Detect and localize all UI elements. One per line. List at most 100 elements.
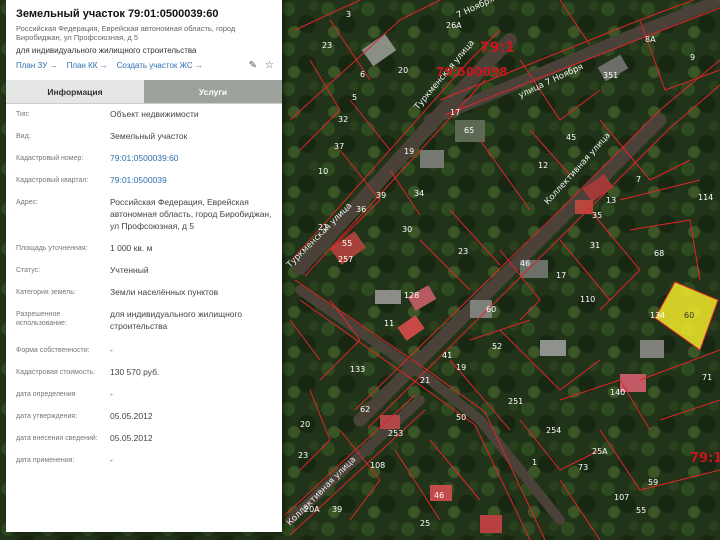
attribute-key: Кадастровая стоимость:: [16, 369, 96, 376]
attribute-key: Разрешенное использование:: [16, 311, 67, 327]
parcel-number-label: 5: [352, 93, 357, 102]
parcel-number-label: 30: [402, 225, 412, 234]
action-links: План ЗУ → План КК → Создать участок ЖС →…: [16, 60, 274, 71]
attribute-row-application-date: дата применения: -: [6, 454, 282, 476]
parcel-number-label: 65: [464, 126, 474, 135]
parcel-number-label: 52: [492, 342, 502, 351]
attribute-key: Адрес:: [16, 199, 38, 206]
star-icon[interactable]: ☆: [265, 60, 274, 71]
attribute-key: Площадь уточненная:: [16, 245, 88, 252]
plan-kk-link[interactable]: План КК →: [67, 61, 108, 70]
parcel-number-label: 37: [334, 142, 344, 151]
parcel-number-label: 20: [398, 66, 408, 75]
attribute-value: Земли населённых пунктов: [110, 287, 219, 297]
attribute-value: -: [110, 455, 113, 465]
attribute-row-approval-date: дата утверждения: 05.05.2012: [6, 410, 282, 432]
block-label: 79:1: [690, 451, 720, 466]
parcel-number-label: 26А: [446, 21, 462, 30]
attribute-row-cadastral-quarter: Кадастровый квартал: 79:01:0500039: [6, 174, 282, 196]
attribute-value: 05.05.2012: [110, 433, 153, 443]
parcel-number-label: 23: [458, 247, 468, 256]
parcel-number-label: 31: [590, 241, 600, 250]
tab-info[interactable]: Информация: [6, 80, 144, 103]
attribute-row-kind: Вид: Земельный участок: [6, 130, 282, 152]
parcel-number-label: 32: [338, 115, 348, 124]
edit-icon[interactable]: ✎: [249, 60, 257, 71]
attribute-row-area: Площадь уточненная: 1 000 кв. м: [6, 242, 282, 264]
parcel-number-label: 107: [614, 493, 629, 502]
attribute-value: -: [110, 389, 113, 399]
attribute-row-cadastral-value: Кадастровая стоимость: 130 570 руб.: [6, 366, 282, 388]
land-purpose: для индивидуального жилищного строительс…: [16, 46, 197, 55]
attribute-row-entry-date: дата внесения сведений: 05.05.2012: [6, 432, 282, 454]
parcel-number-label: 59: [648, 478, 658, 487]
parcel-number-label: 351: [603, 71, 618, 80]
parcel-number-label: 46: [520, 259, 530, 268]
parcel-number-label: 7: [636, 175, 641, 184]
attribute-key: дата внесения сведений:: [16, 435, 98, 442]
roof: [375, 290, 401, 304]
parcel-number-label: 128: [404, 291, 419, 300]
parcel-number-label: 39: [376, 191, 386, 200]
attribute-list: Тип: Объект недвижимости Вид: Земельный уча…: [6, 104, 282, 476]
parcel-number-label: 9: [690, 53, 695, 62]
attribute-value: 1 000 кв. м: [110, 243, 153, 253]
parcel-number-label: 108: [370, 461, 385, 470]
parcel-number-label: 41: [442, 351, 452, 360]
attribute-value: 05.05.2012: [110, 411, 153, 421]
parcel-number-label: 1: [532, 458, 537, 467]
attribute-key: Статус:: [16, 267, 41, 274]
attribute-value: 130 570 руб.: [110, 367, 160, 377]
attribute-row-cadastral-number: Кадастровый номер: 79:01:0500039:60: [6, 152, 282, 174]
attribute-value: Учтенный: [110, 265, 149, 275]
parcel-number-label: 34: [414, 189, 424, 198]
attribute-value: для индивидуального жилищного строительс…: [110, 309, 243, 331]
attribute-key: дата утверждения:: [16, 413, 78, 420]
parcel-number-label: 20А: [304, 505, 320, 514]
parcel-number-label: 17: [556, 271, 566, 280]
parcel-number-label: 114: [698, 193, 713, 202]
attribute-key: Кадастровый номер:: [16, 155, 84, 162]
block-label: 79:1: [480, 40, 515, 56]
attribute-key: дата определения: [16, 391, 76, 398]
attribute-key: Форма собственности:: [16, 347, 90, 354]
attribute-value[interactable]: 79:01:0500039: [110, 174, 276, 196]
parcel-number-label: 23: [298, 451, 308, 460]
parcel-number-label: 133: [350, 365, 365, 374]
parcel-number-label: 25А: [592, 447, 608, 456]
parcel-number-label: 73: [578, 463, 588, 472]
parcel-number-label: 46: [434, 491, 444, 500]
parcel-number-label: 13: [606, 196, 616, 205]
selected-parcel-label: 60: [684, 311, 694, 320]
parcel-number-label: 60: [486, 305, 496, 314]
info-panel: Земельный участок 79:01:0500039:60 Росси…: [6, 0, 282, 532]
attribute-row-valuation-date: дата определения -: [6, 388, 282, 410]
parcel-number-label: 35: [592, 211, 602, 220]
parcel-number-label: 19: [456, 363, 466, 372]
parcel-number-label: 20: [300, 420, 310, 429]
roof: [540, 340, 566, 356]
tab-services[interactable]: Услуги: [144, 80, 282, 103]
parcel-number-label: 19: [404, 147, 414, 156]
create-parcel-link[interactable]: Создать участок ЖС →: [117, 61, 203, 70]
parcel-number-label: 71: [702, 373, 712, 382]
parcel-number-label: 11: [384, 319, 394, 328]
parcel-number-label: 110: [580, 295, 595, 304]
parcel-number-label: 254: [546, 426, 561, 435]
attribute-key: Вид:: [16, 133, 31, 140]
panel-title: Земельный участок 79:01:0500039:60: [16, 8, 219, 20]
attribute-row-ownership-form: Форма собственности: -: [6, 344, 282, 366]
attribute-value: Объект недвижимости: [110, 109, 199, 119]
parcel-number-label: 12: [538, 161, 548, 170]
address-subtitle: Российская Федерация, Еврейская автономн…: [16, 24, 236, 42]
plan-zu-link[interactable]: План ЗУ →: [16, 61, 58, 70]
parcel-number-label: 62: [360, 405, 370, 414]
parcel-number-label: 36: [356, 205, 366, 214]
parcel-number-label: 257: [338, 255, 353, 264]
attribute-value[interactable]: 79:01:0500039:60: [110, 152, 276, 174]
parcel-number-label: 17: [450, 108, 460, 117]
roof: [380, 415, 400, 429]
attribute-row-type: Тип: Объект недвижимости: [6, 108, 282, 130]
parcel-number-label: 253: [388, 429, 403, 438]
panel-header: Земельный участок 79:01:0500039:60 Росси…: [6, 0, 282, 80]
